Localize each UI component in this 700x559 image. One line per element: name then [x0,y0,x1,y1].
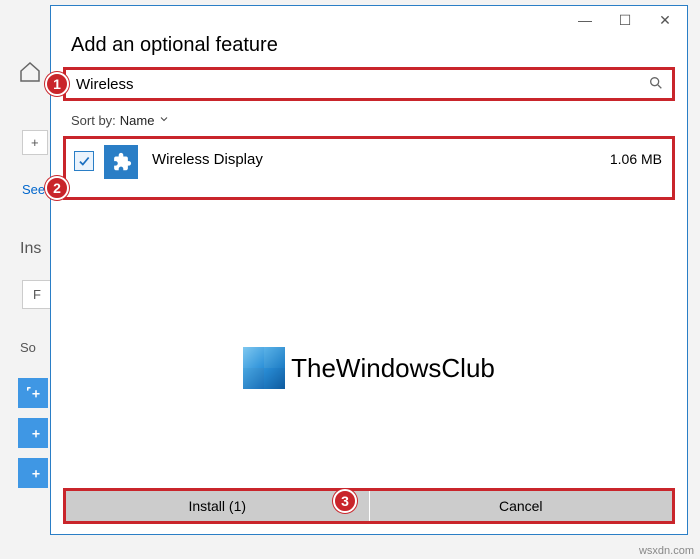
dialog-footer: Install (1) Cancel [63,488,675,524]
sort-value: Name [120,113,155,128]
annotation-badge-1: 1 [45,72,69,96]
watermark-text: TheWindowsClub [291,353,495,384]
bg-add-button: + [22,130,48,155]
bg-see-link: See [22,182,45,197]
bg-tile-2 [18,418,48,448]
add-optional-feature-dialog: — ☐ ✕ Add an optional feature Sort by: N… [50,5,688,535]
chevron-down-icon [158,113,170,128]
cancel-button[interactable]: Cancel [369,491,673,521]
install-button[interactable]: Install (1) [66,491,369,521]
feature-size: 1.06 MB [610,145,664,167]
feature-list: Wireless Display 1.06 MB [63,136,675,200]
titlebar: — ☐ ✕ [51,6,687,34]
annotation-badge-2: 2 [45,176,69,200]
watermark-logo [243,347,285,389]
search-icon [648,75,664,94]
maximize-button[interactable]: ☐ [605,8,645,32]
bg-installed-heading: Ins [20,240,41,258]
bg-tile-3 [18,458,48,488]
close-button[interactable]: ✕ [645,8,685,32]
watermark: TheWindowsClub [51,347,687,389]
sort-label: Sort by: [71,113,116,128]
bg-sort: So [20,340,36,355]
home-icon [18,60,42,84]
annotation-badge-3: 3 [333,489,357,513]
search-box[interactable] [63,67,675,101]
puzzle-icon [104,145,138,179]
search-input[interactable] [76,76,648,93]
dialog-title: Add an optional feature [51,34,687,67]
minimize-button[interactable]: — [565,8,605,32]
attribution: wsxdn.com [639,545,694,557]
feature-name[interactable]: Wireless Display [148,145,600,168]
bg-f-box: F [22,280,52,309]
bg-tile-1 [18,378,48,408]
sort-by[interactable]: Sort by: Name [63,101,675,136]
feature-checkbox[interactable] [74,151,94,171]
